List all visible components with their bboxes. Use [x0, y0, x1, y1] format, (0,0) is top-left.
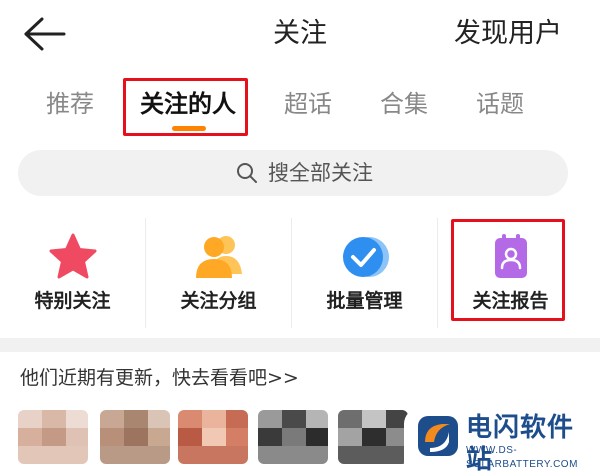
tab-recommend[interactable]: 推荐 [46, 86, 94, 122]
search-icon [237, 163, 257, 183]
star-icon [49, 233, 96, 279]
search-input[interactable]: 搜全部关注 [18, 150, 568, 196]
tab-following[interactable]: 关注的人 [140, 86, 236, 122]
back-button[interactable] [20, 14, 70, 54]
avatar[interactable] [100, 410, 170, 464]
tab-collections[interactable]: 合集 [380, 86, 428, 122]
tab-topics[interactable]: 话题 [476, 86, 524, 122]
report-clipboard-icon [494, 234, 527, 278]
follow-report-label: 关注报告 [472, 290, 549, 312]
special-follow-label: 特别关注 [34, 290, 111, 312]
watermark-url: WWW.DS-SOLARBATTERY.COM [466, 445, 578, 470]
group-users-icon [195, 236, 242, 278]
follow-groups-button[interactable]: 关注分组 [146, 212, 291, 336]
header-bar: 关注 发现用户 [0, 0, 600, 70]
special-follow-button[interactable]: 特别关注 [0, 212, 145, 336]
check-circle-icon [342, 237, 389, 277]
active-tab-indicator [172, 126, 206, 131]
section-divider [0, 338, 600, 352]
avatar[interactable] [258, 410, 328, 464]
avatar[interactable] [338, 410, 408, 464]
tab-super-topics[interactable]: 超话 [284, 86, 332, 122]
recent-updates-link[interactable]: 他们近期有更新，快去看看吧>> [20, 364, 299, 392]
arrow-left-icon [24, 17, 66, 51]
tab-scroll-fade [566, 86, 600, 126]
batch-manage-label: 批量管理 [326, 290, 403, 312]
watermark: 电闪软件站 WWW.DS-SOLARBATTERY.COM [404, 408, 600, 475]
discover-users-button[interactable]: 发现用户 [454, 14, 562, 54]
watermark-logo-icon [418, 416, 458, 456]
follow-report-button[interactable]: 关注报告 [438, 212, 583, 336]
search-placeholder: 搜全部关注 [268, 161, 373, 185]
batch-manage-button[interactable]: 批量管理 [292, 212, 437, 336]
avatar[interactable] [18, 410, 88, 464]
avatar[interactable] [178, 410, 248, 464]
shortcut-grid: 特别关注 关注分组 批量管理 关注报告 [0, 212, 600, 336]
follow-groups-label: 关注分组 [180, 290, 257, 312]
tab-bar: 推荐 关注的人 超话 合集 话题 [0, 72, 600, 136]
